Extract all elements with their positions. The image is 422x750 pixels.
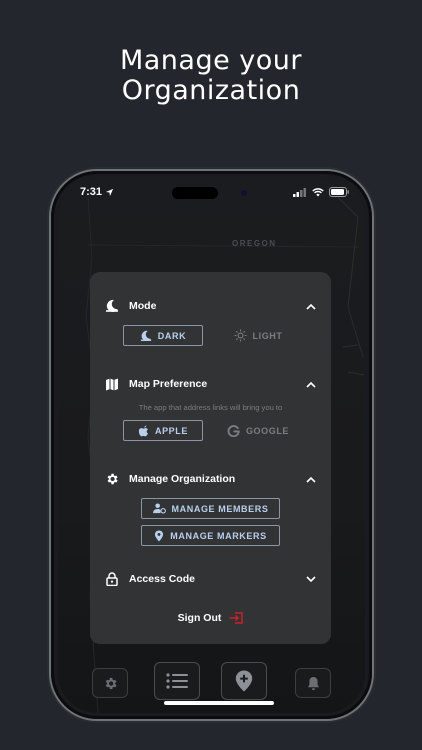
mode-light-label: LIGHT bbox=[252, 330, 283, 341]
home-indicator[interactable] bbox=[164, 701, 274, 705]
moon-icon bbox=[140, 330, 151, 341]
access-code-title: Access Code bbox=[129, 573, 195, 585]
gear-icon bbox=[104, 471, 120, 487]
front-camera bbox=[241, 190, 247, 196]
manage-markers-button[interactable]: MANAGE MARKERS bbox=[141, 525, 280, 546]
sign-out-button[interactable]: Sign Out bbox=[90, 612, 331, 624]
status-time: 7:31 bbox=[80, 186, 103, 198]
sun-icon bbox=[233, 329, 247, 342]
tab-list[interactable] bbox=[154, 662, 200, 700]
status-icons bbox=[293, 187, 349, 197]
map-region-label: OREGON bbox=[232, 239, 277, 248]
sign-out-label: Sign Out bbox=[177, 612, 222, 624]
dynamic-island bbox=[172, 187, 218, 199]
map-apple-option[interactable]: APPLE bbox=[123, 420, 203, 441]
map-preference-title: Map Preference bbox=[129, 378, 208, 390]
signal-icon bbox=[293, 187, 306, 197]
mode-dark-option[interactable]: DARK bbox=[123, 325, 203, 346]
manage-members-button[interactable]: MANAGE MEMBERS bbox=[141, 498, 280, 519]
headline-line-2: Organization bbox=[121, 75, 301, 106]
lock-icon bbox=[104, 571, 120, 587]
manage-markers-label: MANAGE MARKERS bbox=[170, 530, 267, 541]
manage-members-label: MANAGE MEMBERS bbox=[171, 503, 269, 514]
map-google-option[interactable]: GOOGLE bbox=[226, 420, 290, 441]
status-time-group: 7:31 bbox=[80, 186, 114, 198]
access-code-section-header[interactable]: Access Code bbox=[104, 569, 317, 589]
apple-icon bbox=[138, 425, 148, 436]
bell-icon bbox=[307, 676, 319, 690]
manage-organization-section-header[interactable]: Manage Organization bbox=[104, 469, 317, 489]
sign-out-icon bbox=[229, 612, 244, 624]
map-pin-icon bbox=[155, 529, 164, 542]
google-icon bbox=[227, 425, 240, 437]
mode-light-option[interactable]: LIGHT bbox=[226, 325, 290, 346]
list-icon bbox=[166, 673, 188, 689]
chevron-up-icon[interactable] bbox=[305, 300, 317, 312]
settings-panel: Mode DARK LIGHT Map Preference The app t… bbox=[90, 272, 331, 644]
add-marker-icon bbox=[235, 670, 253, 692]
headline-line-1: Manage your bbox=[119, 45, 303, 76]
chevron-up-icon[interactable] bbox=[305, 473, 317, 485]
members-icon bbox=[152, 503, 166, 514]
map-icon bbox=[104, 376, 120, 392]
map-apple-label: APPLE bbox=[154, 425, 188, 436]
phone-screen: OREGON 7:31 Mode DARK LIGHT Map Preferen… bbox=[58, 177, 365, 713]
wifi-icon bbox=[312, 187, 324, 196]
location-arrow-icon bbox=[105, 188, 114, 196]
settings-icon bbox=[105, 677, 116, 689]
tab-notifications[interactable] bbox=[295, 668, 331, 698]
map-google-label: GOOGLE bbox=[245, 425, 290, 436]
mode-icon bbox=[104, 298, 120, 314]
map-preference-hint: The app that address links will bring yo… bbox=[138, 403, 283, 412]
battery-icon bbox=[329, 187, 349, 197]
tab-settings[interactable] bbox=[92, 668, 128, 698]
phone-frame: OREGON 7:31 Mode DARK LIGHT Map Preferen… bbox=[51, 171, 372, 719]
chevron-up-icon[interactable] bbox=[305, 378, 317, 390]
headline: Manage your Organization bbox=[0, 46, 422, 106]
mode-dark-label: DARK bbox=[157, 330, 187, 341]
chevron-down-icon[interactable] bbox=[305, 573, 317, 585]
map-preference-section-header[interactable]: Map Preference bbox=[104, 374, 317, 394]
tab-add-marker[interactable] bbox=[221, 662, 267, 700]
mode-section-header[interactable]: Mode bbox=[104, 296, 317, 316]
mode-title: Mode bbox=[129, 300, 157, 312]
manage-organization-title: Manage Organization bbox=[129, 473, 236, 485]
